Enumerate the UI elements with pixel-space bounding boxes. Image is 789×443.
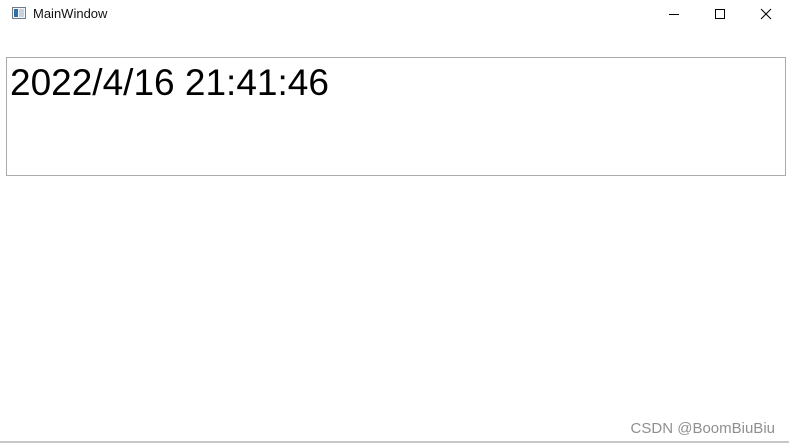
close-button[interactable] xyxy=(743,0,789,28)
main-window: MainWindow 2022/4/16 21:41:46 CSDN @Boom… xyxy=(0,0,789,443)
title-bar[interactable]: MainWindow xyxy=(0,0,789,28)
maximize-icon xyxy=(715,9,725,19)
watermark: CSDN @BoomBiuBiu xyxy=(630,420,775,437)
datetime-textbox[interactable]: 2022/4/16 21:41:46 xyxy=(6,57,786,176)
close-icon xyxy=(760,8,772,20)
app-window-icon[interactable] xyxy=(12,7,26,19)
minimize-icon xyxy=(669,14,679,15)
minimize-button[interactable] xyxy=(651,0,697,28)
datetime-text: 2022/4/16 21:41:46 xyxy=(10,62,329,103)
window-title: MainWindow xyxy=(33,6,108,21)
maximize-button[interactable] xyxy=(697,0,743,28)
